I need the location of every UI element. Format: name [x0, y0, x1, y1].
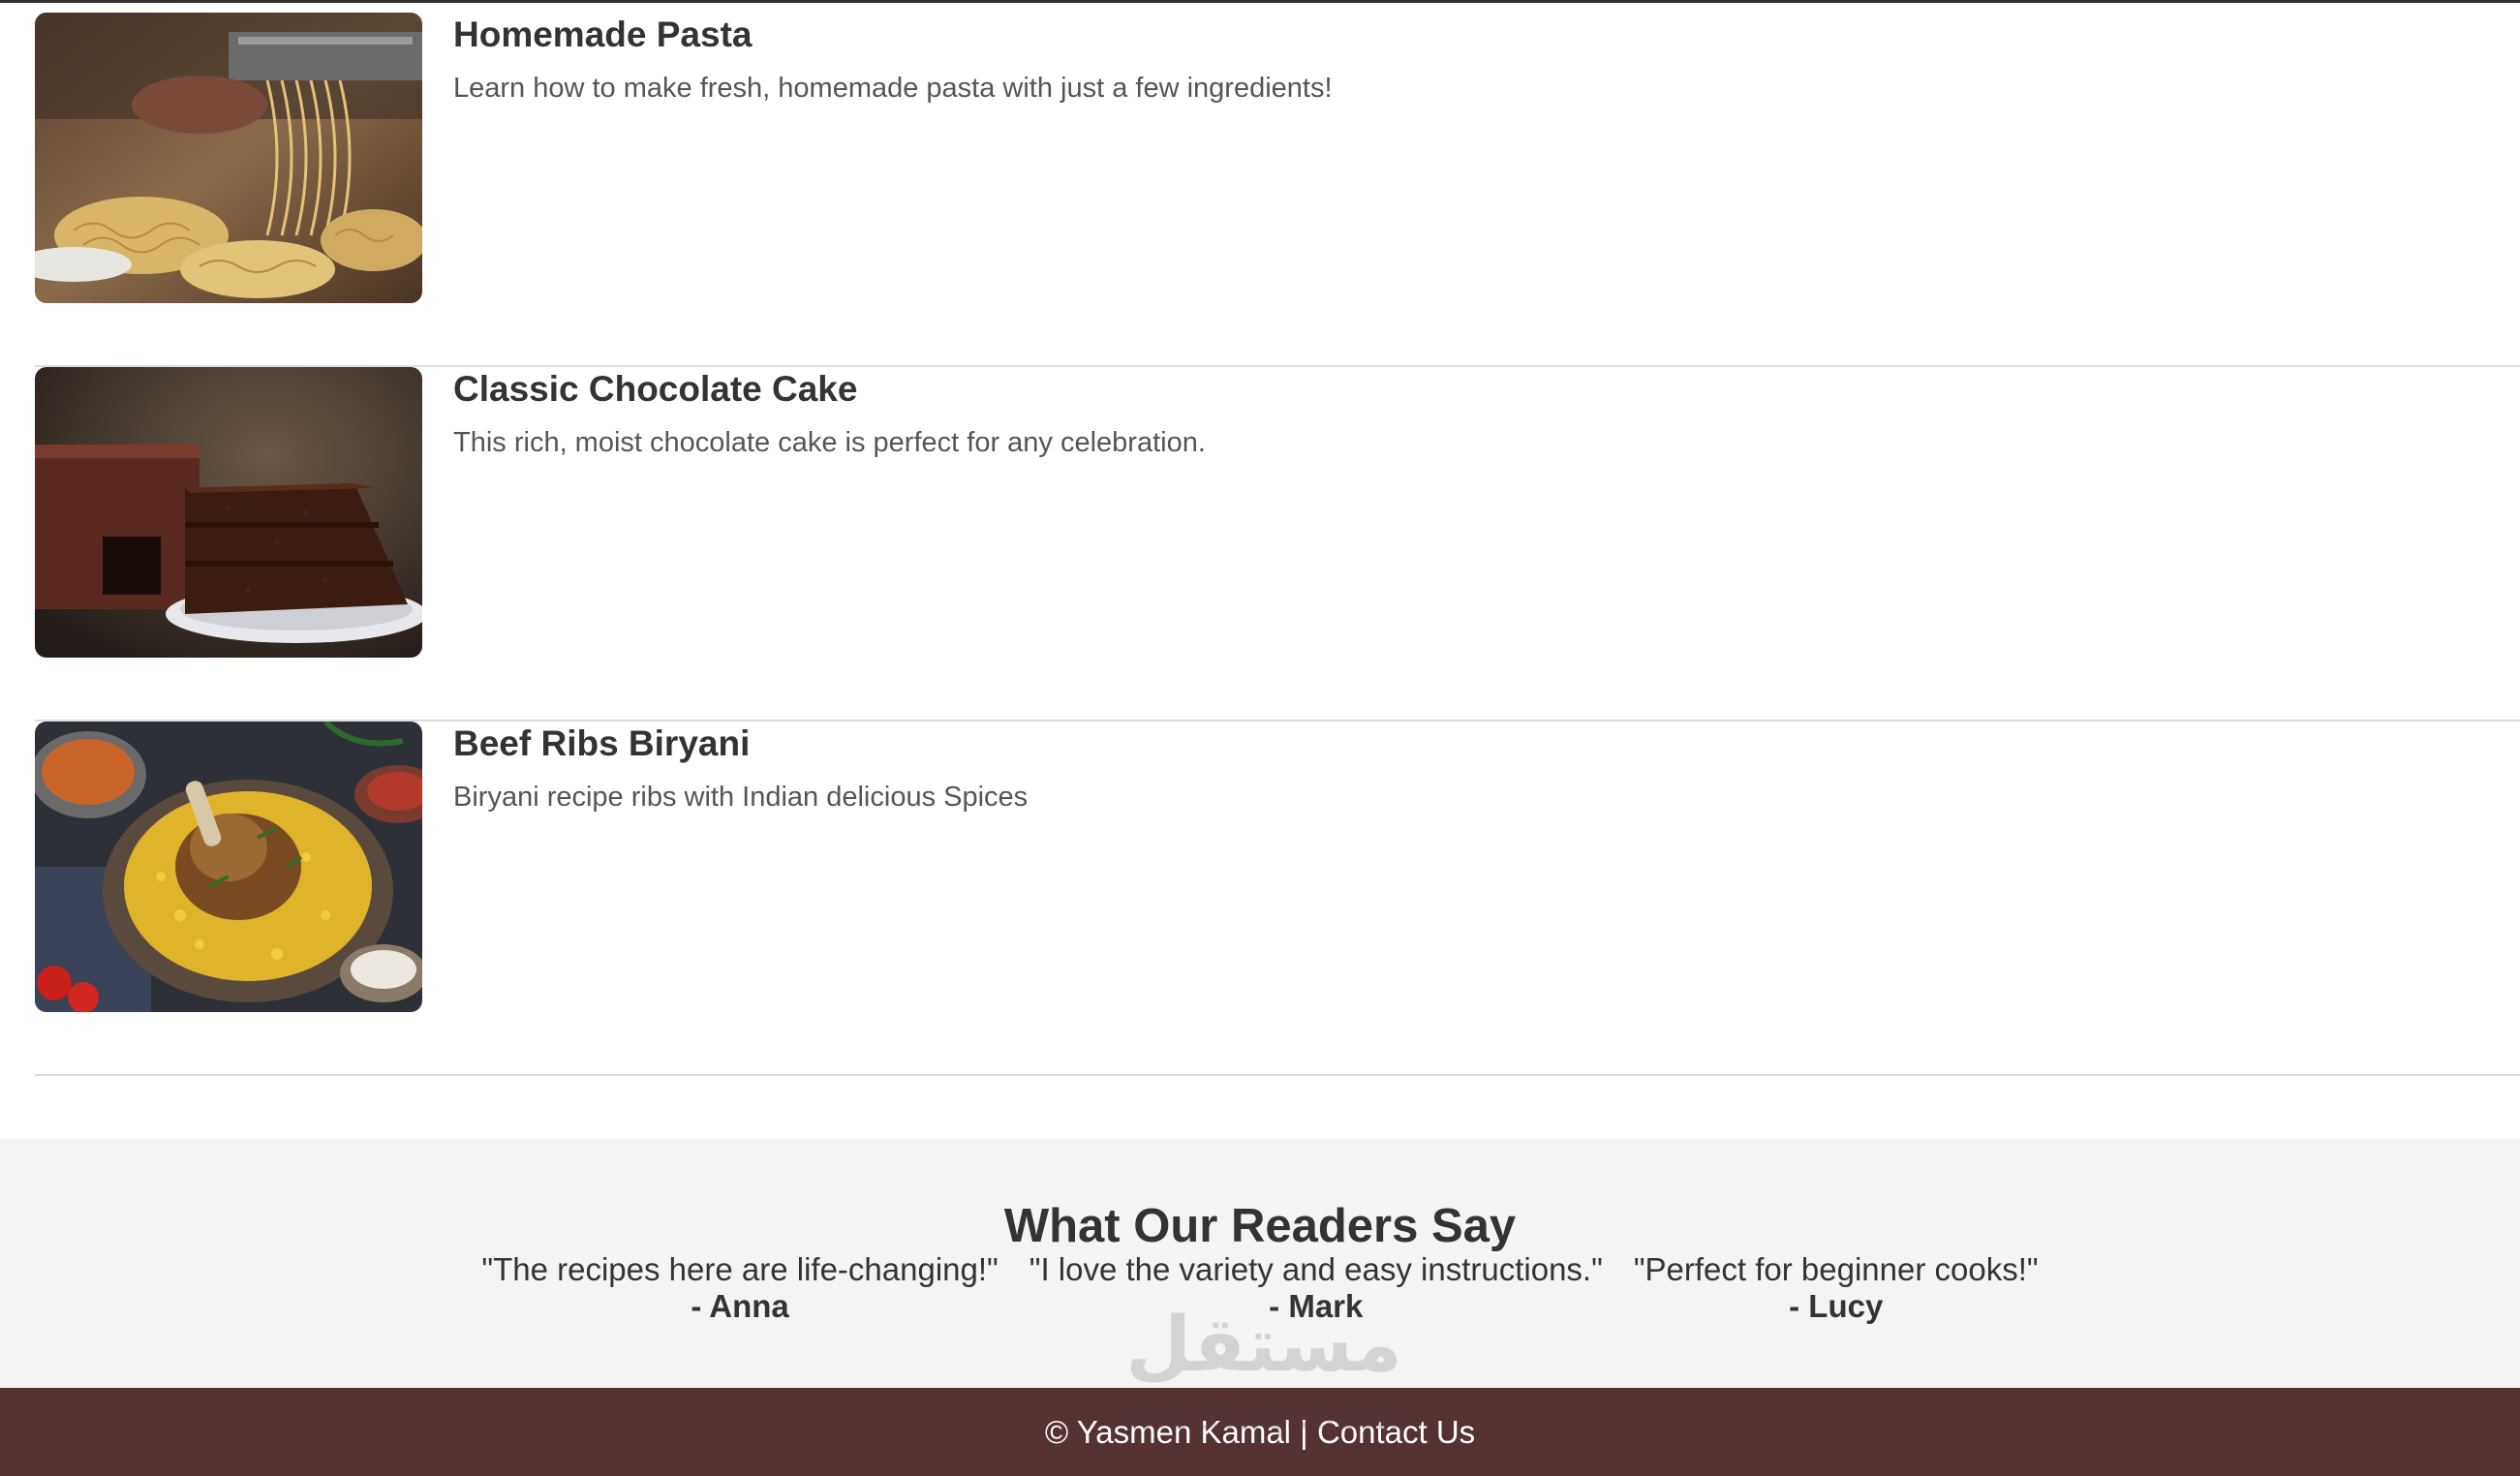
footer-copyright: © Yasmen Kamal — [1044, 1414, 1292, 1450]
testimonials-row: "The recipes here are life-changing!" - … — [0, 1251, 2520, 1325]
testimonial-quote: "I love the variety and easy instruction… — [1029, 1251, 1603, 1287]
footer-separator: | — [1291, 1414, 1317, 1450]
pasta-photo[interactable] — [35, 13, 422, 303]
recipe-description: Biryani recipe ribs with Indian deliciou… — [453, 782, 1029, 813]
recipe-title[interactable]: Classic Chocolate Cake — [453, 369, 857, 410]
testimonial-author: - Anna — [691, 1288, 789, 1324]
recipe-description: This rich, moist chocolate cake is perfe… — [453, 427, 1206, 458]
testimonial-author: - Lucy — [1789, 1288, 1884, 1324]
testimonial-item: "Perfect for beginner cooks!" - Lucy — [1634, 1251, 2039, 1325]
footer: © Yasmen Kamal | Contact Us — [0, 1388, 2520, 1476]
testimonial-item: "I love the variety and easy instruction… — [1030, 1251, 1603, 1325]
recipe-card-chocolate-cake[interactable]: Classic Chocolate Cake This rich, moist … — [35, 367, 2520, 722]
testimonial-quote: "The recipes here are life-changing!" — [481, 1251, 999, 1287]
contact-us-link[interactable]: Contact Us — [1317, 1414, 1475, 1450]
testimonial-item: "The recipes here are life-changing!" - … — [481, 1251, 998, 1325]
recipe-title[interactable]: Homemade Pasta — [453, 15, 752, 55]
recipe-card-homemade-pasta[interactable]: Homemade Pasta Learn how to make fresh, … — [35, 13, 2520, 367]
recipe-card-beef-ribs-biryani[interactable]: Beef Ribs Biryani Biryani recipe ribs wi… — [35, 722, 2520, 1076]
testimonial-author: - Mark — [1269, 1288, 1364, 1324]
page: Homemade Pasta Learn how to make fresh, … — [0, 0, 2520, 1476]
testimonial-quote: "Perfect for beginner cooks!" — [1633, 1251, 2039, 1287]
recipe-description: Learn how to make fresh, homemade pasta … — [453, 73, 1333, 104]
testimonials-title: What Our Readers Say — [1003, 1200, 1517, 1252]
biryani-photo[interactable] — [35, 722, 422, 1012]
top-border — [0, 0, 2520, 3]
recipe-list: Homemade Pasta Learn how to make fresh, … — [35, 13, 2520, 1076]
recipe-title[interactable]: Beef Ribs Biryani — [453, 723, 750, 764]
chocolate-cake-photo[interactable] — [35, 367, 422, 658]
testimonials-section: What Our Readers Say "The recipes here a… — [0, 1139, 2520, 1388]
